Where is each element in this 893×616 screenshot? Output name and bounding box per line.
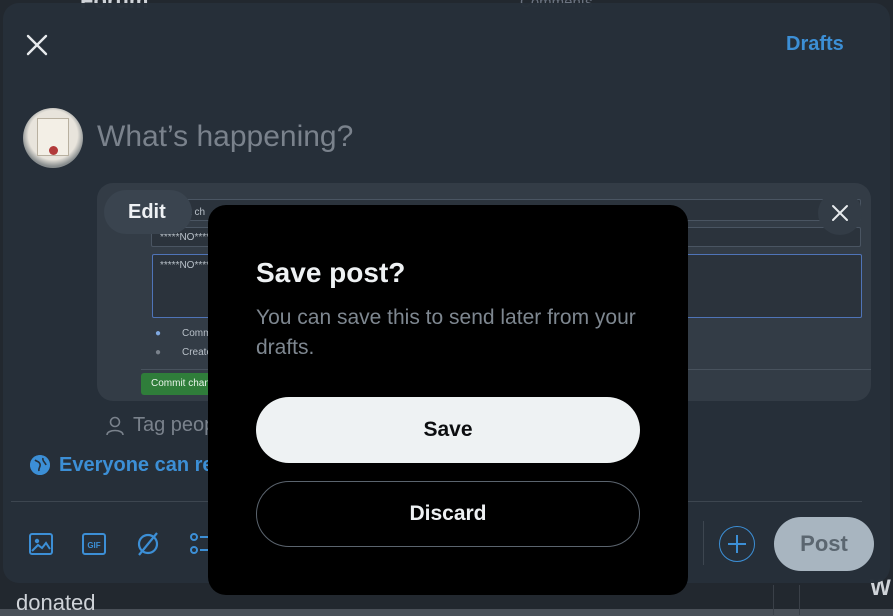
reply-audience-button[interactable]: Everyone can re — [59, 454, 214, 477]
save-button[interactable]: Save — [256, 397, 640, 463]
gif-icon[interactable]: GIF — [81, 531, 107, 557]
svg-text:GIF: GIF — [87, 541, 100, 550]
remove-media-button[interactable] — [818, 191, 862, 235]
globe-icon[interactable] — [30, 455, 50, 475]
background-divider — [773, 585, 774, 615]
background-footer-text: donated — [16, 590, 96, 615]
post-button[interactable]: Post — [774, 517, 874, 571]
post-text-input[interactable]: What’s happening? — [97, 120, 353, 154]
toolbar-separator — [703, 521, 704, 565]
save-post-dialog: Save post? You can save this to send lat… — [208, 205, 688, 595]
discard-button[interactable]: Discard — [256, 481, 640, 547]
media-screenshot-text: *****NO**** — [160, 260, 211, 271]
avatar[interactable] — [23, 108, 83, 168]
media-screenshot-radio: ● — [155, 328, 162, 339]
grok-icon[interactable] — [135, 531, 161, 557]
close-icon — [832, 205, 848, 221]
tag-people-button[interactable]: Tag peop — [133, 414, 215, 437]
image-icon[interactable] — [28, 531, 54, 557]
drafts-button[interactable]: Drafts — [786, 33, 844, 56]
media-screenshot-radio: ● — [155, 347, 162, 358]
dialog-message: You can save this to send later from you… — [256, 306, 636, 359]
background-divider — [799, 585, 800, 615]
avatar-seal — [49, 146, 58, 155]
close-icon[interactable] — [24, 32, 50, 58]
person-icon[interactable] — [105, 416, 125, 436]
edit-media-button[interactable]: Edit — [104, 190, 192, 234]
add-post-button[interactable] — [719, 526, 755, 562]
plus-icon — [728, 543, 746, 545]
dialog-title: Save post? — [256, 257, 406, 288]
